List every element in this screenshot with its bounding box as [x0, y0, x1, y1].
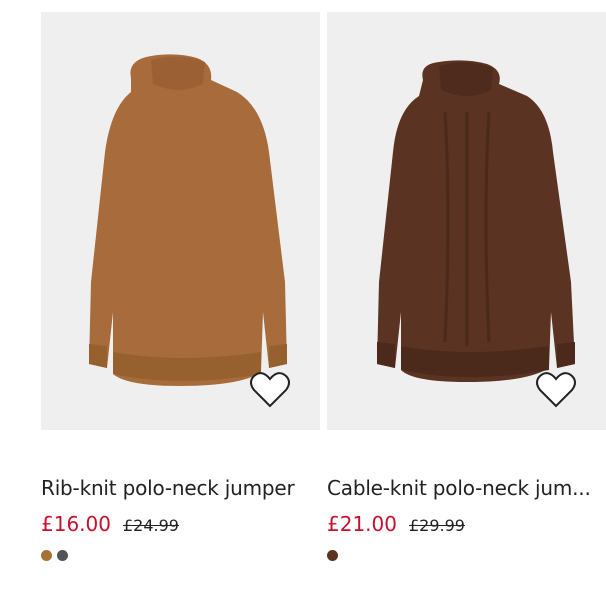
price-row: £21.00 £29.99 — [327, 512, 606, 536]
sweater-image — [89, 54, 287, 387]
original-price: £29.99 — [408, 516, 465, 535]
price-row: £16.00 £24.99 — [41, 512, 320, 536]
product-card[interactable]: Rib-knit polo-neck jumper £16.00 £24.99 — [41, 12, 320, 561]
color-swatches — [41, 550, 320, 561]
color-swatch-dark-brown[interactable] — [327, 550, 338, 561]
product-card[interactable]: Cable-knit polo-neck jum... £21.00 £29.9… — [327, 12, 606, 561]
color-swatch-grey[interactable] — [57, 550, 68, 561]
heart-outline-icon[interactable] — [248, 370, 292, 410]
product-title[interactable]: Rib-knit polo-neck jumper — [41, 476, 320, 500]
color-swatch-brown[interactable] — [41, 550, 52, 561]
heart-outline-icon[interactable] — [534, 370, 578, 410]
original-price: £24.99 — [122, 516, 179, 535]
product-title[interactable]: Cable-knit polo-neck jum... — [327, 476, 606, 500]
product-image[interactable] — [327, 12, 606, 430]
sale-price: £16.00 — [41, 512, 111, 536]
color-swatches — [327, 550, 606, 561]
product-image[interactable] — [41, 12, 320, 430]
sweater-image — [377, 60, 575, 383]
sale-price: £21.00 — [327, 512, 397, 536]
